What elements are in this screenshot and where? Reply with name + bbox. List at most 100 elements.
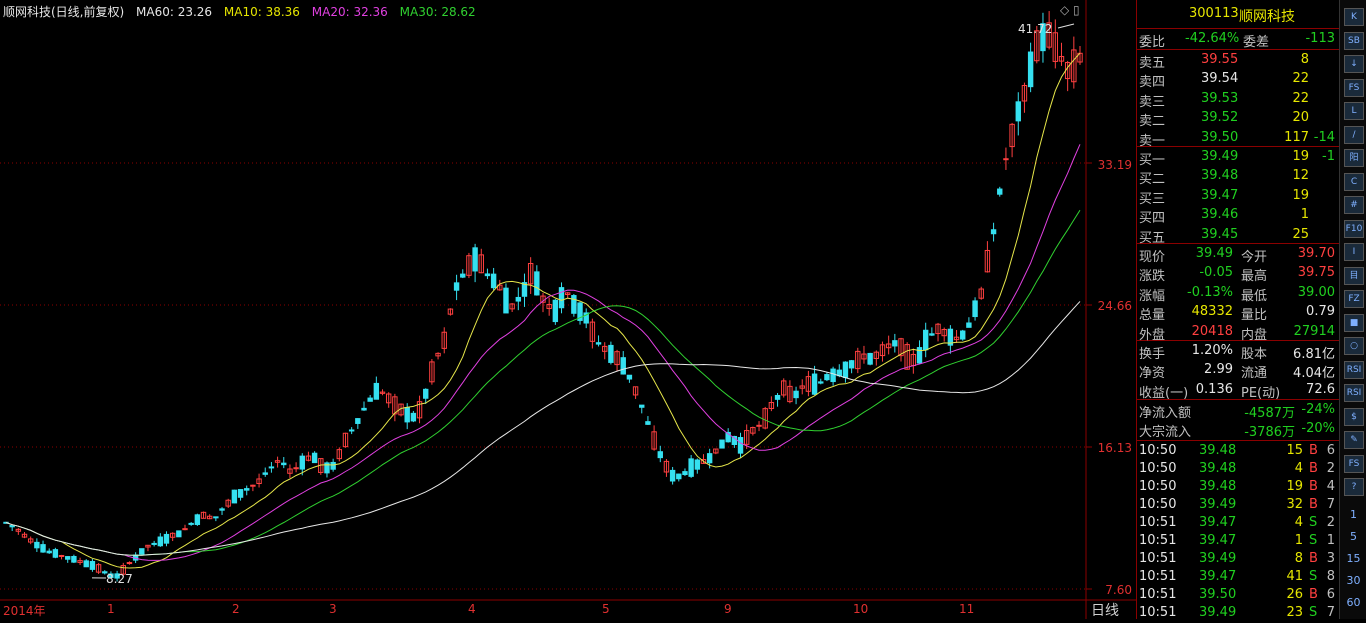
toolbar-button[interactable]: ↓ <box>1344 55 1364 73</box>
period-number[interactable]: 60 <box>1340 596 1366 609</box>
tick-row[interactable]: 10:5139.474S2 <box>1137 514 1339 533</box>
toolbar-button[interactable]: # <box>1344 196 1364 214</box>
toolbar-button[interactable]: ✎ <box>1344 431 1364 449</box>
tick-row[interactable]: 10:5039.4932B7 <box>1137 496 1339 515</box>
toolbar-button[interactable]: $ <box>1344 408 1364 426</box>
ma30-line <box>6 210 1080 555</box>
toolbar-button[interactable]: ■ <box>1344 314 1364 332</box>
tick-volume: 32 <box>1267 497 1303 512</box>
tick-volume: 4 <box>1267 461 1303 476</box>
stock-title: 300113 顺网科技 <box>1137 5 1339 24</box>
toolbar-button[interactable]: SB <box>1344 32 1364 50</box>
toolbar-button[interactable]: RSI <box>1344 384 1364 402</box>
tick-row[interactable]: 10:5039.484B2 <box>1137 460 1339 479</box>
tick-row[interactable]: 10:5139.4741S8 <box>1137 568 1339 587</box>
tick-volume: 8 <box>1267 551 1303 566</box>
ask-row[interactable]: 卖三39.5322 <box>1137 90 1339 109</box>
tick-side: B <box>1309 461 1318 476</box>
candle-down <box>362 408 366 410</box>
candle-down <box>849 361 853 368</box>
bid-row[interactable]: 买四39.461 <box>1137 206 1339 225</box>
period-number[interactable]: 15 <box>1340 552 1366 565</box>
toolbar-button[interactable]: ? <box>1344 478 1364 496</box>
candle-down <box>349 430 353 431</box>
tick-row[interactable]: 10:5139.471S1 <box>1137 532 1339 551</box>
book-label: 卖二 <box>1139 110 1165 129</box>
tick-count: 7 <box>1327 497 1335 512</box>
candle-up <box>183 529 187 530</box>
candle-down <box>491 274 495 288</box>
kline-chart[interactable]: 顺网科技(日线,前复权) MA60: 23.26 MA10: 38.36 MA2… <box>0 0 1136 619</box>
book-label: 卖三 <box>1139 91 1165 110</box>
candle-down <box>609 345 613 362</box>
toolbar-button[interactable]: I <box>1344 243 1364 261</box>
candle-down <box>819 382 823 383</box>
flow-pct: -24% <box>1301 402 1335 417</box>
candle-down <box>90 562 94 570</box>
toolbar-button[interactable]: K <box>1344 8 1364 26</box>
low-annotation: 8.27 <box>106 572 133 586</box>
toolbar-button[interactable]: L <box>1344 102 1364 120</box>
tick-side: S <box>1309 515 1317 530</box>
toolbar-button[interactable]: FZ <box>1344 290 1364 308</box>
stat-value: 39.75 <box>1298 265 1335 280</box>
chart-mode-icon[interactable]: ◇ ▯ <box>1060 3 1080 17</box>
period-number[interactable]: 5 <box>1340 530 1366 543</box>
toolbar-button[interactable]: RSI <box>1344 361 1364 379</box>
period-number[interactable]: 1 <box>1340 508 1366 521</box>
candle-down <box>677 474 681 479</box>
ask-row[interactable]: 卖五39.558 <box>1137 51 1339 70</box>
toolbar-button[interactable]: 阳 <box>1344 149 1364 167</box>
candle-up <box>59 555 63 556</box>
candle-down <box>220 509 224 510</box>
candle-down <box>825 375 829 380</box>
candle-down <box>312 453 316 462</box>
tick-price: 39.50 <box>1199 587 1236 602</box>
ask-row[interactable]: 卖一39.50117-14 <box>1137 129 1339 148</box>
toolbar-button[interactable]: FS <box>1344 455 1364 473</box>
stat-value: 20418 <box>1192 324 1233 339</box>
tick-row[interactable]: 10:5139.498B3 <box>1137 550 1339 569</box>
book-label: 卖五 <box>1139 52 1165 71</box>
toolbar-button[interactable]: FS <box>1344 79 1364 97</box>
stat-value: 48332 <box>1192 304 1233 319</box>
tick-row[interactable]: 10:5139.4923S7 <box>1137 604 1339 623</box>
toolbar-button[interactable]: C <box>1344 173 1364 191</box>
ma60-label: MA60: 23.26 <box>136 5 212 19</box>
tick-price: 39.47 <box>1199 515 1236 530</box>
stat-value: 39.70 <box>1298 246 1335 261</box>
period-number[interactable]: 30 <box>1340 574 1366 587</box>
x-tick-month: 3 <box>329 602 337 616</box>
tick-row[interactable]: 10:5039.4819B4 <box>1137 478 1339 497</box>
stat-value: 4.04亿 <box>1293 362 1335 381</box>
period-button[interactable]: 日线 <box>1091 600 1119 620</box>
kline-canvas[interactable] <box>0 0 1136 619</box>
flow-row: 大宗流入-3786万-20% <box>1137 420 1339 439</box>
ma60-line <box>6 301 1080 555</box>
chart-title: 顺网科技(日线,前复权) <box>3 5 124 19</box>
stat-value: 0.79 <box>1306 304 1335 319</box>
quote-row: 涨幅-0.13%最低39.00 <box>1137 284 1339 303</box>
candle-down <box>66 557 70 560</box>
tick-row[interactable]: 10:5139.5026B6 <box>1137 586 1339 605</box>
bid-row[interactable]: 买二39.4812 <box>1137 167 1339 186</box>
candle-down <box>930 334 934 335</box>
candle-down <box>485 274 489 276</box>
book-label: 买二 <box>1139 168 1165 187</box>
toolbar-button[interactable]: 目 <box>1344 267 1364 285</box>
ask-row[interactable]: 卖二39.5220 <box>1137 109 1339 128</box>
bid-row[interactable]: 买五39.4525 <box>1137 226 1339 245</box>
bid-row[interactable]: 买一39.4919-1 <box>1137 148 1339 167</box>
toolbar-button[interactable]: F10 <box>1344 220 1364 238</box>
divider <box>1137 28 1339 29</box>
candle-down <box>368 398 372 401</box>
toolbar-button[interactable]: / <box>1344 126 1364 144</box>
bid-row[interactable]: 买三39.4719 <box>1137 187 1339 206</box>
toolbar-button[interactable]: ○ <box>1344 337 1364 355</box>
candle-down <box>140 549 144 554</box>
tick-row[interactable]: 10:5039.4815B6 <box>1137 442 1339 461</box>
stat-label: 总量 <box>1139 304 1165 323</box>
book-price: 39.52 <box>1201 110 1238 125</box>
ask-row[interactable]: 卖四39.5422 <box>1137 70 1339 89</box>
quote-row: 外盘20418内盘27914 <box>1137 323 1339 342</box>
